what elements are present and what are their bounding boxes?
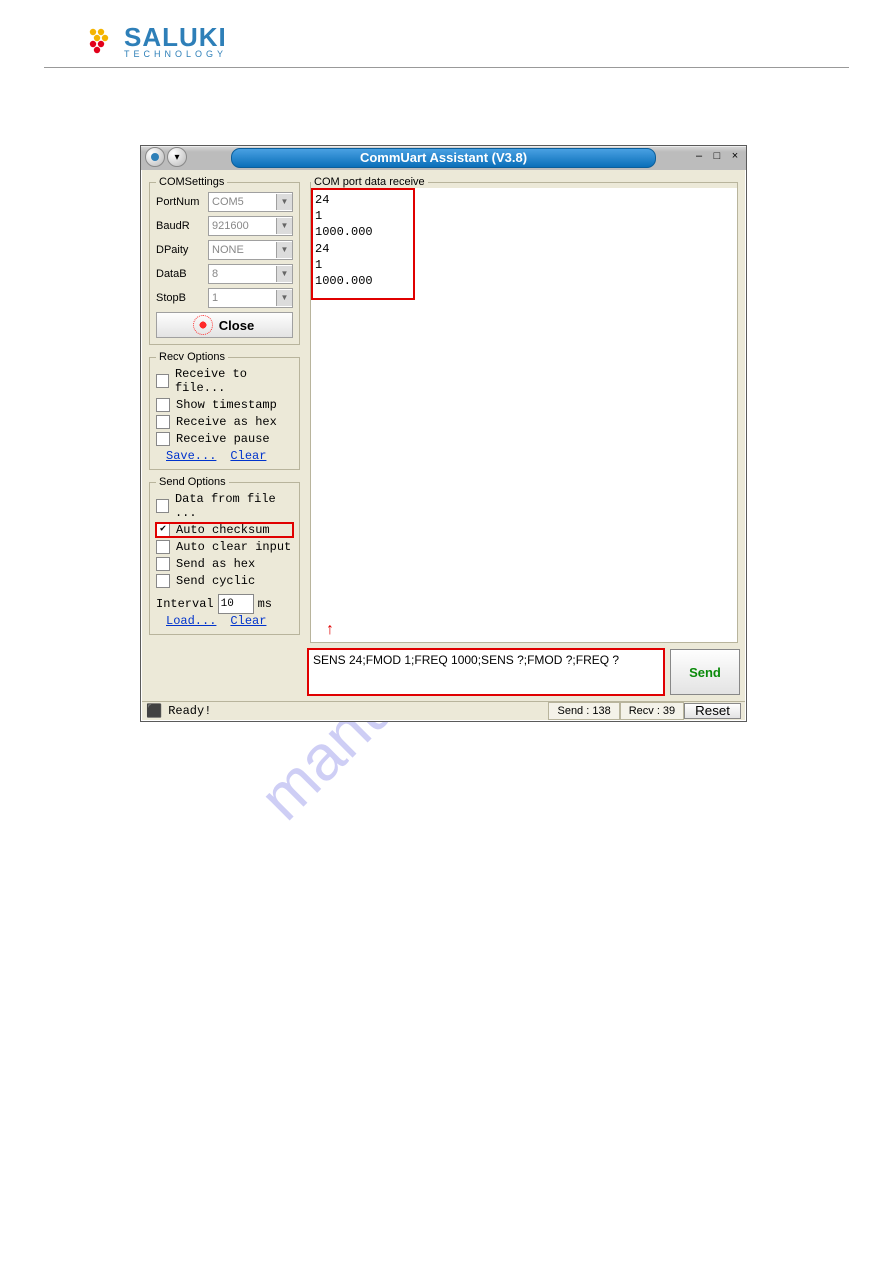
chevron-down-icon[interactable]: ▼	[276, 290, 292, 306]
page-brand-header: SALUKI TECHNOLOGY	[44, 0, 849, 68]
window-title: CommUart Assistant (V3.8)	[231, 148, 656, 168]
interval-unit: ms	[258, 597, 272, 611]
chevron-down-icon[interactable]: ▼	[276, 218, 292, 234]
reset-button[interactable]: Reset	[684, 703, 741, 719]
auto-checksum-checkbox[interactable]: ✔	[156, 523, 170, 537]
stopb-select[interactable]: 1 ▼	[208, 288, 293, 308]
portnum-value: COM5	[212, 196, 244, 208]
portnum-select[interactable]: COM5 ▼	[208, 192, 293, 212]
send-cyclic-checkbox[interactable]	[156, 574, 170, 588]
receive-textarea[interactable]: 24 1 1000.000 24 1 1000.000 ↑	[311, 188, 737, 642]
brand-name: SALUKI	[124, 24, 227, 50]
baud-label: BaudR	[156, 220, 204, 232]
parity-label: DPaity	[156, 244, 204, 256]
send-as-hex-label: Send as hex	[176, 557, 255, 571]
baud-value: 921600	[212, 220, 249, 232]
show-timestamp-checkbox[interactable]	[156, 398, 170, 412]
record-icon	[195, 317, 211, 333]
close-port-label: Close	[219, 318, 254, 333]
data-from-file-checkbox[interactable]	[156, 499, 169, 513]
statusbar: ⬛ Ready! Send : 138 Recv : 39 Reset	[142, 701, 745, 720]
auto-checksum-label: Auto checksum	[176, 523, 270, 537]
stopb-value: 1	[212, 292, 218, 304]
chevron-down-icon[interactable]: ▼	[276, 242, 292, 258]
interval-label: Interval	[156, 597, 214, 611]
send-options-legend: Send Options	[156, 476, 229, 488]
send-load-link[interactable]: Load...	[166, 614, 216, 628]
show-timestamp-label: Show timestamp	[176, 398, 277, 412]
receive-to-file-label: Receive to file...	[175, 367, 293, 395]
auto-clear-input-label: Auto clear input	[176, 540, 291, 554]
receive-group: COM port data receive 24 1 1000.000 24 1…	[310, 176, 738, 643]
brand-logo-icon	[84, 25, 118, 59]
recv-options-legend: Recv Options	[156, 351, 228, 363]
portnum-label: PortNum	[156, 196, 204, 208]
baud-select[interactable]: 921600 ▼	[208, 216, 293, 236]
maximize-button[interactable]: □	[710, 150, 724, 162]
receive-legend: COM port data receive	[311, 176, 428, 188]
brand-tagline: TECHNOLOGY	[124, 50, 227, 59]
received-data-text: 24 1 1000.000 24 1 1000.000	[311, 188, 737, 293]
minimize-button[interactable]: –	[692, 150, 706, 162]
titlebar[interactable]: ▾ CommUart Assistant (V3.8) – □ ×	[141, 146, 746, 170]
status-send: Send : 138	[548, 702, 619, 720]
send-cyclic-label: Send cyclic	[176, 574, 255, 588]
com-settings-legend: COMSettings	[156, 176, 227, 188]
close-port-button[interactable]: Close	[156, 312, 293, 338]
send-as-hex-checkbox[interactable]	[156, 557, 170, 571]
interval-input[interactable]	[218, 594, 254, 614]
send-input[interactable]: SENS 24;FMOD 1;FREQ 1000;SENS ?;FMOD ?;F…	[308, 649, 664, 695]
chevron-down-icon[interactable]: ▼	[276, 194, 292, 210]
parity-value: NONE	[212, 244, 244, 256]
recv-save-link[interactable]: Save...	[166, 449, 216, 463]
send-input-text: SENS 24;FMOD 1;FREQ 1000;SENS ?;FMOD ?;F…	[313, 653, 619, 667]
stopb-label: StopB	[156, 292, 204, 304]
status-ready: Ready!	[168, 704, 211, 718]
recv-clear-link[interactable]: Clear	[230, 449, 266, 463]
send-options-group: Send Options Data from file ... ✔ Auto c…	[149, 476, 300, 635]
datab-label: DataB	[156, 268, 204, 280]
receive-pause-checkbox[interactable]	[156, 432, 170, 446]
data-from-file-label: Data from file ...	[175, 492, 293, 520]
status-recv: Recv : 39	[620, 702, 684, 720]
com-settings-group: COMSettings PortNum COM5 ▼ BaudR 921600 …	[149, 176, 300, 345]
datab-select[interactable]: 8 ▼	[208, 264, 293, 284]
send-button[interactable]: Send	[670, 649, 740, 695]
app-window: ▾ CommUart Assistant (V3.8) – □ × COMSet…	[140, 145, 747, 722]
datab-value: 8	[212, 268, 218, 280]
close-window-button[interactable]: ×	[728, 150, 742, 162]
recv-options-group: Recv Options Receive to file... Show tim…	[149, 351, 300, 470]
chevron-down-icon[interactable]: ▼	[276, 266, 292, 282]
arrow-up-icon: ↑	[326, 622, 334, 638]
receive-pause-label: Receive pause	[176, 432, 270, 446]
receive-to-file-checkbox[interactable]	[156, 374, 169, 388]
auto-clear-input-checkbox[interactable]	[156, 540, 170, 554]
dropdown-icon[interactable]: ▾	[167, 147, 187, 167]
send-clear-link[interactable]: Clear	[230, 614, 266, 628]
ready-indicator-icon: ⬛	[146, 704, 162, 719]
receive-as-hex-checkbox[interactable]	[156, 415, 170, 429]
parity-select[interactable]: NONE ▼	[208, 240, 293, 260]
receive-as-hex-label: Receive as hex	[176, 415, 277, 429]
app-icon[interactable]	[145, 147, 165, 167]
